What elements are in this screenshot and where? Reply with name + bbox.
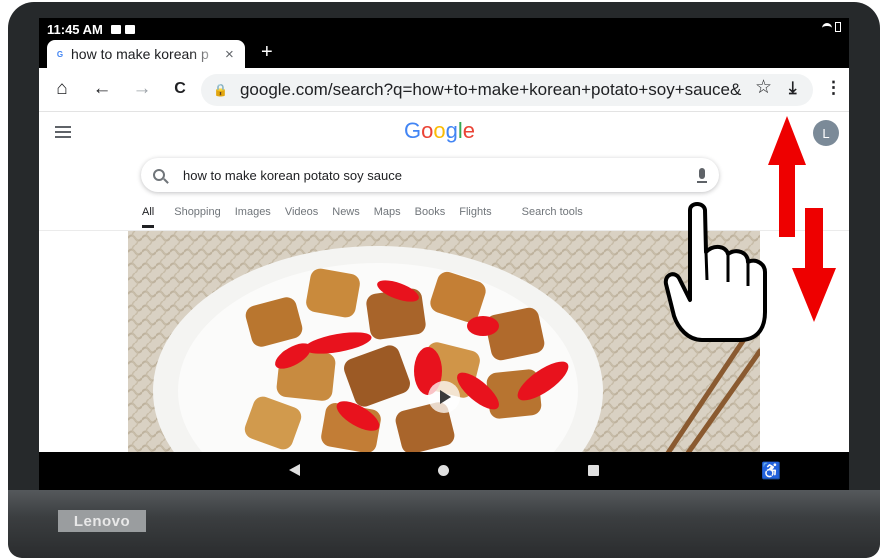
hamburger-menu-icon[interactable] — [55, 126, 71, 141]
download-icon[interactable]: ⤓ — [789, 78, 797, 98]
url-text: google.com/search?q=how+to+make+korean+p… — [239, 80, 742, 99]
search-box[interactable]: how to make korean potato soy sauce — [141, 158, 719, 192]
browser-toolbar: ⌂ ← → C 🔒 google.com/search?q=how+to+mak… — [39, 68, 849, 112]
logo-letter: G — [404, 118, 422, 143]
nav-back-icon[interactable] — [289, 464, 300, 476]
forward-button[interactable]: → — [131, 78, 153, 100]
wifi-icon — [822, 23, 832, 31]
search-tab-all[interactable]: All — [142, 204, 155, 228]
search-query: how to make korean potato soy sauce — [183, 167, 402, 183]
google-results-page: Google L how to make korean potato soy s… — [39, 112, 849, 453]
notification-icon — [110, 24, 121, 34]
google-favicon-icon: G — [56, 49, 64, 59]
battery-icon — [835, 22, 841, 32]
account-avatar[interactable]: L — [813, 120, 839, 146]
nav-recents-icon[interactable] — [588, 465, 599, 476]
new-tab-button[interactable]: + — [261, 41, 273, 64]
tab-title: how to make korean p — [71, 46, 209, 62]
logo-letter: g — [445, 118, 458, 143]
search-tab-maps[interactable]: Maps — [374, 204, 401, 228]
gallery-icon — [124, 24, 135, 34]
tab-close-button[interactable]: × — [225, 46, 234, 63]
status-bar: 11:45 AM — [39, 18, 849, 40]
accessibility-icon[interactable]: ♿ — [761, 461, 781, 481]
menu-icon[interactable]: ⋮ — [825, 78, 842, 98]
reload-button[interactable]: C — [169, 78, 191, 100]
lock-icon: 🔒 — [213, 83, 228, 97]
logo-letter: o — [433, 118, 446, 143]
food-photo — [128, 231, 760, 453]
search-tab-flights[interactable]: Flights — [459, 204, 491, 228]
bookmark-star-icon[interactable]: ☆ — [755, 76, 772, 99]
search-nav-tabs: All Shopping Images Videos News Maps Books Flig… — [142, 204, 597, 228]
search-tab-videos[interactable]: Videos — [285, 204, 318, 228]
lenovo-logo: Lenovo — [58, 510, 146, 532]
search-tab-shopping[interactable]: Shopping — [174, 204, 221, 228]
nav-home-icon[interactable] — [438, 465, 449, 476]
browser-tab[interactable]: G how to make korean p × — [47, 40, 245, 68]
microphone-icon[interactable] — [697, 168, 707, 183]
logo-letter: o — [421, 118, 434, 143]
video-thumbnail[interactable] — [128, 231, 760, 453]
logo-letter: e — [462, 118, 476, 143]
tab-strip: G how to make korean p × + — [39, 40, 849, 68]
play-icon[interactable] — [428, 381, 460, 413]
google-logo[interactable]: Google — [404, 118, 475, 144]
tablet-screen: 11:45 AM G how to make korean p × + ⌂ ← … — [39, 18, 849, 490]
android-nav-bar: ♿ — [39, 452, 849, 490]
search-tab-books[interactable]: Books — [415, 204, 446, 228]
address-bar[interactable]: 🔒 google.com/search?q=how+to+make+korean… — [201, 74, 813, 106]
search-tab-news[interactable]: News — [332, 204, 360, 228]
home-button[interactable]: ⌂ — [51, 78, 73, 100]
search-icon — [153, 169, 165, 181]
search-tab-images[interactable]: Images — [235, 204, 271, 228]
status-time: 11:45 AM — [47, 21, 103, 37]
search-tools-button[interactable]: Search tools — [522, 204, 583, 228]
back-button[interactable]: ← — [91, 78, 113, 100]
